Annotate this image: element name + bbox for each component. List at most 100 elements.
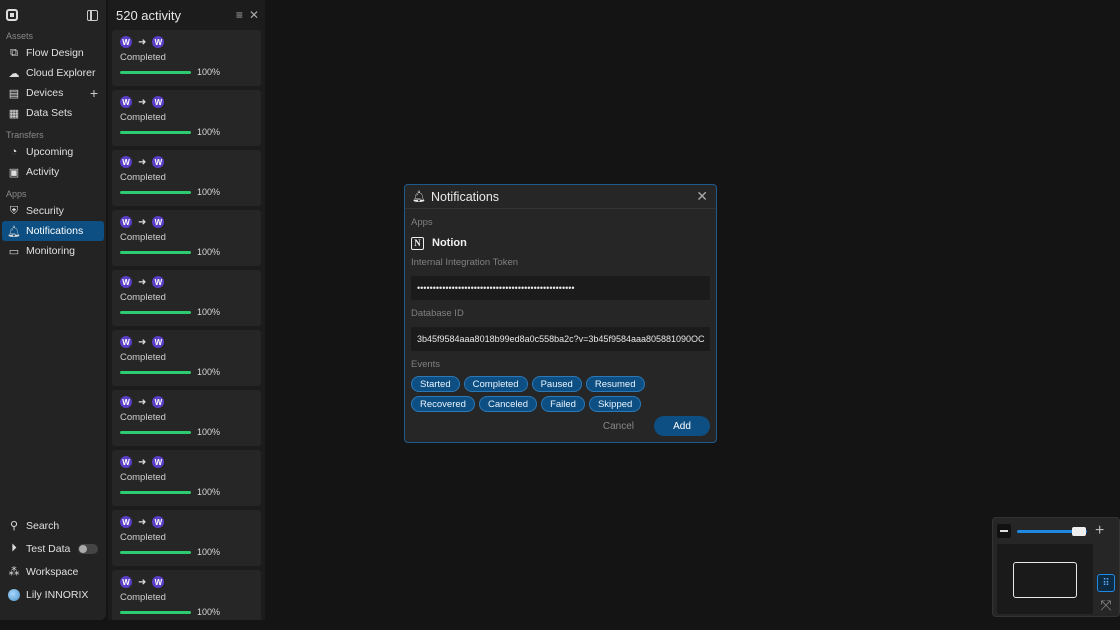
target-badge: W <box>152 456 165 468</box>
transfer-status: Completed <box>120 532 166 543</box>
add-device-icon[interactable]: + <box>90 85 98 101</box>
activity-card[interactable]: W ➜ W Completed 100% <box>112 210 261 266</box>
sidebar-item-cloud-explorer[interactable]: ☁ Cloud Explorer <box>2 63 104 83</box>
sidebar-item-test-data[interactable]: ⏵ Test Data <box>2 537 104 560</box>
source-badge: W <box>120 96 132 108</box>
sidebar-item-user[interactable]: Lily INNORIX <box>2 583 104 606</box>
target-badge: W <box>152 336 165 348</box>
event-chip-resumed[interactable]: Resumed <box>585 376 645 392</box>
transfer-route: W ➜ W <box>120 275 253 289</box>
source-badge: W <box>120 36 132 48</box>
sidebar-item-upcoming[interactable]: ◔ Upcoming <box>2 142 104 162</box>
target-badge: W <box>152 516 165 528</box>
progress-bar <box>120 310 191 314</box>
arrow-right-icon: ➜ <box>138 216 147 228</box>
database-id-field[interactable]: 3b45f9584aaa8018b99ed8a0c558ba2c?v=3b45f… <box>411 327 710 351</box>
activity-card[interactable]: W ➜ W Completed 100% <box>112 90 261 146</box>
zoom-slider[interactable] <box>1017 526 1087 536</box>
section-label-assets: Assets <box>6 31 34 41</box>
event-chip-started[interactable]: Started <box>411 376 460 392</box>
event-chip-skipped[interactable]: Skipped <box>588 396 642 412</box>
sidebar-item-security[interactable]: ⛨ Security <box>2 201 104 221</box>
cancel-button[interactable]: Cancel <box>595 421 642 432</box>
activity-card[interactable]: W ➜ W Completed 100% <box>112 510 261 566</box>
sidebar-item-flow-design[interactable]: ⧉ Flow Design <box>2 43 104 63</box>
add-button[interactable]: Add <box>654 416 710 436</box>
app-selector[interactable]: N Notion <box>411 235 710 251</box>
progress-bar <box>120 70 191 74</box>
activity-card[interactable]: W ➜ W Completed 100% <box>112 570 261 620</box>
minimap: + ⠿ ⤧ <box>992 517 1120 617</box>
grid-icon[interactable]: ⠿ <box>1097 574 1115 592</box>
filter-icon[interactable]: ≡ <box>236 8 243 22</box>
progress-fill <box>120 490 191 494</box>
event-chips: Started Completed Paused Resumed Recovered Ca… <box>411 376 711 412</box>
transfer-route: W ➜ W <box>120 35 253 49</box>
activity-card[interactable]: W ➜ W Completed 100% <box>112 330 261 386</box>
zoom-slider-thumb[interactable] <box>1071 526 1086 536</box>
sidebar-item-data-sets[interactable]: ▦ Data Sets <box>2 103 104 123</box>
source-badge: W <box>120 336 132 348</box>
workspace-icon: ⁂ <box>8 566 20 578</box>
target-badge: W <box>152 276 165 288</box>
event-chip-paused[interactable]: Paused <box>531 376 582 392</box>
minimap-frame[interactable] <box>1013 562 1077 598</box>
zoom-in-button[interactable]: + <box>1095 522 1104 540</box>
search-icon: ⚲ <box>9 520 19 532</box>
transfer-status: Completed <box>120 412 166 423</box>
app-logo-icon[interactable] <box>6 9 18 21</box>
progress-fill <box>120 310 191 314</box>
sidebar-item-monitoring[interactable]: ▭ Monitoring <box>2 241 104 261</box>
activity-card[interactable]: W ➜ W Completed 100% <box>112 450 261 506</box>
activity-card[interactable]: W ➜ W Completed 100% <box>112 270 261 326</box>
transfer-route: W ➜ W <box>120 395 253 409</box>
transfer-status: Completed <box>120 292 166 303</box>
transfer-status: Completed <box>120 112 166 123</box>
progress-percent: 100% <box>197 127 221 137</box>
sidebar-item-label: Upcoming <box>26 146 74 158</box>
sidebar-item-devices[interactable]: ▤ Devices + <box>2 83 104 103</box>
minimap-viewport[interactable] <box>997 544 1093 614</box>
event-chip-completed[interactable]: Completed <box>463 376 528 392</box>
zoom-out-button[interactable] <box>997 524 1011 538</box>
transfer-route: W ➜ W <box>120 455 253 469</box>
source-badge: W <box>120 516 132 528</box>
progress-percent: 100% <box>197 247 221 257</box>
progress-bar <box>120 130 191 134</box>
arrow-right-icon: ➜ <box>138 96 147 108</box>
event-chip-recovered[interactable]: Recovered <box>411 396 475 412</box>
sidebar-item-search[interactable]: ⚲ Search <box>2 514 104 537</box>
section-label-apps: Apps <box>6 189 27 199</box>
app-name: Notion <box>432 237 467 249</box>
sidebar-item-label: Flow Design <box>26 47 84 59</box>
notion-icon: N <box>411 236 424 250</box>
source-badge: W <box>120 156 132 168</box>
progress-bar <box>120 370 191 374</box>
progress-fill <box>120 430 191 434</box>
event-chip-canceled[interactable]: Canceled <box>478 396 538 412</box>
progress-bar <box>120 430 191 434</box>
sidebar: Assets ⧉ Flow Design ☁ Cloud Explorer ▤ … <box>0 0 106 620</box>
close-icon[interactable]: ✕ <box>696 188 708 205</box>
source-badge: W <box>120 456 132 468</box>
transfer-route: W ➜ W <box>120 155 253 169</box>
progress-fill <box>120 550 191 554</box>
sidebar-item-label: Data Sets <box>26 107 73 119</box>
close-icon[interactable]: ✕ <box>249 8 259 22</box>
transfer-route: W ➜ W <box>120 95 253 109</box>
token-field[interactable]: ••••••••••••••••••••••••••••••••••••••••… <box>411 276 710 300</box>
fit-view-icon[interactable]: ⤧ <box>1097 596 1115 614</box>
sidebar-item-label: Security <box>26 205 64 217</box>
event-chip-failed[interactable]: Failed <box>541 396 585 412</box>
sidebar-item-workspace[interactable]: ⁂ Workspace <box>2 560 104 583</box>
activity-card[interactable]: W ➜ W Completed 100% <box>112 30 261 86</box>
transfer-status: Completed <box>120 352 166 363</box>
sidebar-item-label: Search <box>26 519 60 532</box>
test-data-toggle[interactable] <box>78 543 98 554</box>
panel-toggle-icon[interactable] <box>87 9 98 21</box>
sidebar-item-notifications[interactable]: 🔔︎ Notifications <box>2 221 104 241</box>
activity-card[interactable]: W ➜ W Completed 100% <box>112 150 261 206</box>
progress-percent: 100% <box>197 487 221 497</box>
sidebar-item-activity[interactable]: ▣ Activity <box>2 162 104 182</box>
activity-card[interactable]: W ➜ W Completed 100% <box>112 390 261 446</box>
